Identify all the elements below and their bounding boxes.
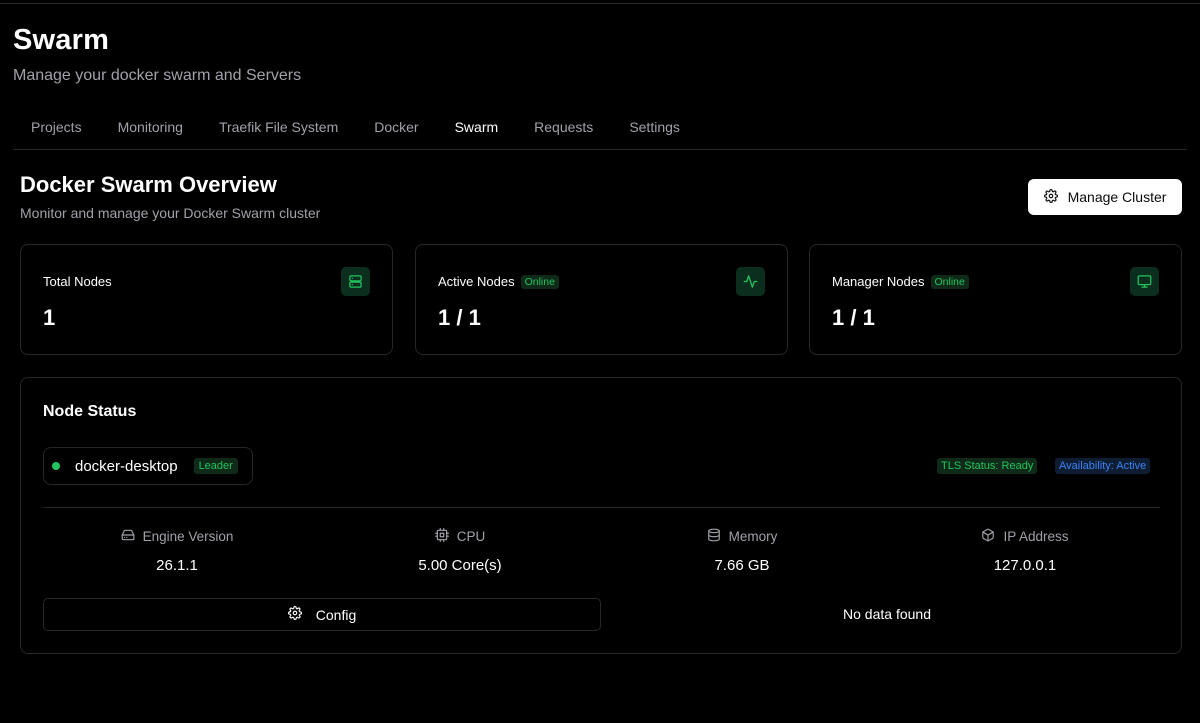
online-badge: Online [930,274,969,289]
memory-value: 7.66 GB [714,557,770,574]
top-border [0,3,1200,4]
memory-label: Memory [728,529,778,544]
active-nodes-value: 1 / 1 [438,305,481,330]
server-icon [341,267,370,296]
cpu-metric: CPU 5.00 Core(s) [320,528,600,574]
node-name: docker-desktop [75,457,178,475]
cpu-icon [434,528,449,545]
manager-nodes-value: 1 / 1 [832,305,875,330]
node-status-card: Node Status docker-desktop Leader TLS St… [20,377,1182,654]
config-label: Config [315,606,357,623]
overview-title: Docker Swarm Overview [20,172,277,197]
online-badge: Online [520,274,559,289]
gear-icon [1043,188,1058,206]
main-tabs: Projects Monitoring Traefik File System … [13,113,698,141]
hard-drive-icon [121,528,135,545]
node-item[interactable]: docker-desktop Leader [43,447,253,485]
tabs-divider [13,149,1187,150]
monitor-icon [1130,267,1159,296]
tab-docker[interactable]: Docker [356,113,436,141]
engine-version-value: 26.1.1 [156,557,198,574]
cpu-label: CPU [456,529,486,544]
engine-version-metric: Engine Version 26.1.1 [37,528,317,574]
page-subtitle: Manage your docker swarm and Servers [13,67,302,84]
manager-nodes-card: Manager Nodes Online 1 / 1 [809,244,1182,355]
no-data-message: No data found [843,606,931,622]
tab-requests[interactable]: Requests [516,113,611,141]
cpu-value: 5.00 Core(s) [418,557,502,574]
active-nodes-card: Active Nodes Online 1 / 1 [415,244,788,355]
node-status-title: Node Status [43,403,137,420]
ip-address-value: 127.0.0.1 [993,557,1057,574]
manage-cluster-button[interactable]: Manage Cluster [1028,179,1182,215]
tab-monitoring[interactable]: Monitoring [100,113,201,141]
page-title: Swarm [13,24,110,56]
availability-badge: Availability: Active [1055,458,1151,474]
total-nodes-value: 1 [43,305,56,330]
overview-subtitle: Monitor and manage your Docker Swarm clu… [20,205,321,221]
manage-cluster-label: Manage Cluster [1067,189,1167,205]
total-nodes-label: Total Nodes [43,274,112,289]
status-dot [52,462,60,470]
tab-settings[interactable]: Settings [611,113,698,141]
config-button[interactable]: Config [43,598,601,631]
gear-icon [287,606,302,623]
total-nodes-card: Total Nodes 1 [20,244,393,355]
memory-metric: Memory 7.66 GB [602,528,882,574]
leader-badge: Leader [193,458,238,474]
tls-status-badge: TLS Status: Ready [937,458,1038,474]
engine-version-label: Engine Version [142,529,234,544]
node-divider [43,507,1160,508]
tab-swarm[interactable]: Swarm [437,113,517,141]
activity-icon [736,267,765,296]
tab-traefik-file-system[interactable]: Traefik File System [201,113,356,141]
database-icon [707,528,721,545]
ip-address-label: IP Address [1003,529,1069,544]
active-nodes-label: Active Nodes [438,274,515,289]
box-icon [981,528,995,545]
manager-nodes-label: Manager Nodes [832,274,925,289]
ip-address-metric: IP Address 127.0.0.1 [885,528,1165,574]
tab-projects[interactable]: Projects [13,113,100,141]
